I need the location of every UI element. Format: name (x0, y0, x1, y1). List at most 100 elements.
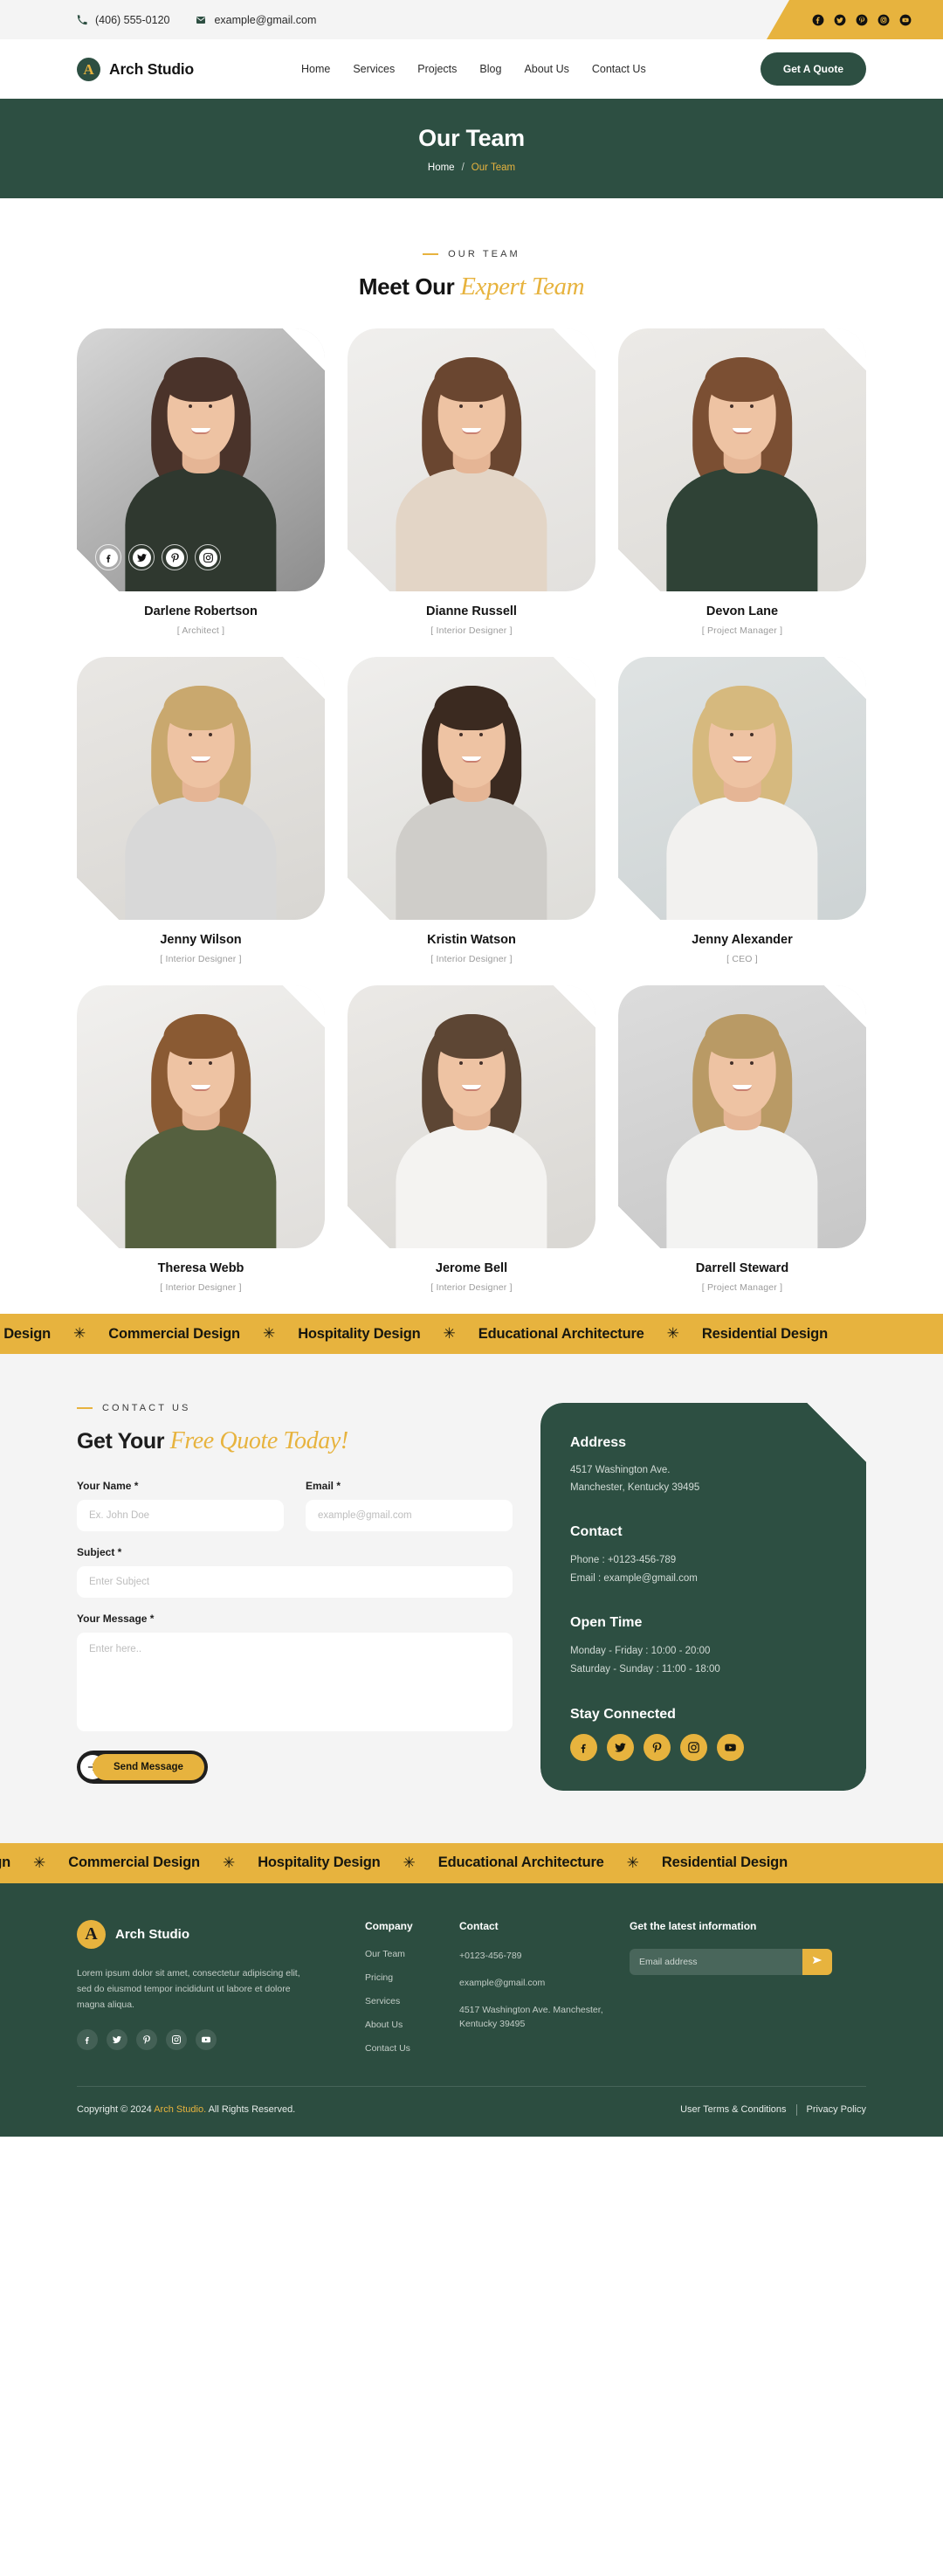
footer-link-about-us[interactable]: About Us (365, 2020, 459, 2030)
nav-item-home[interactable]: Home (301, 63, 330, 75)
footer-newsletter-column: Get the latest information (630, 1920, 866, 2067)
breadcrumb-home[interactable]: Home (428, 162, 455, 173)
team-card[interactable]: Darlene Robertson [ Architect ] (77, 328, 325, 636)
footer-link-services[interactable]: Services (365, 1996, 459, 2006)
footer-contact-email[interactable]: example@gmail.com (459, 1976, 630, 1990)
team-card[interactable]: Darrell Steward [ Project Manager ] (618, 985, 866, 1293)
stay-connected-block: Stay Connected (570, 1707, 836, 1761)
contact-heading-italic: Free Quote Today! (169, 1427, 349, 1454)
footer-link-contact-us[interactable]: Contact Us (365, 2043, 459, 2054)
team-card[interactable]: Dianne Russell [ Interior Designer ] (348, 328, 595, 636)
nav-item-contact-us[interactable]: Contact Us (592, 63, 646, 75)
nav-item-about-us[interactable]: About Us (524, 63, 568, 75)
twitter-icon[interactable] (607, 1733, 634, 1761)
asterisk-icon: ✳ (666, 1325, 679, 1342)
member-photo (348, 985, 595, 1248)
breadcrumb-current: Our Team (471, 162, 516, 173)
pinterest-icon[interactable] (644, 1733, 671, 1761)
team-card[interactable]: Jerome Bell [ Interior Designer ] (348, 985, 595, 1293)
member-role: [ Interior Designer ] (430, 1282, 513, 1293)
pinterest-icon[interactable] (856, 14, 868, 26)
topbar-phone[interactable]: (406) 555-0120 (77, 14, 169, 26)
footer-company-column: Company Our Team Pricing Services About … (365, 1920, 459, 2067)
footer-brand-name: Arch Studio (115, 1926, 189, 1942)
marquee-item: Commercial Design (68, 1854, 200, 1871)
privacy-link[interactable]: Privacy Policy (807, 2104, 866, 2115)
member-role: [ Architect ] (176, 625, 225, 636)
contact-email[interactable]: Email : example@gmail.com (570, 1570, 836, 1588)
youtube-icon[interactable] (196, 2028, 217, 2050)
asterisk-icon: ✳ (222, 1854, 236, 1871)
copyright-post: All Rights Reserved. (206, 2104, 296, 2116)
footer-link-our-team[interactable]: Our Team (365, 1949, 459, 1959)
team-heading-plain: Meet Our (358, 273, 461, 300)
asterisk-icon: ✳ (73, 1325, 86, 1342)
send-message-button[interactable]: Send Message (77, 1751, 208, 1784)
message-textarea[interactable] (77, 1633, 513, 1731)
team-card[interactable]: Jenny Alexander [ CEO ] (618, 657, 866, 964)
twitter-icon[interactable] (834, 14, 846, 26)
topbar-social-links (767, 0, 943, 39)
facebook-icon[interactable] (95, 544, 121, 570)
team-card[interactable]: Kristin Watson [ Interior Designer ] (348, 657, 595, 964)
contact-info-card: Address 4517 Washington Ave. Manchester,… (540, 1403, 866, 1791)
instagram-icon[interactable] (680, 1733, 707, 1761)
dash-icon (77, 1407, 93, 1409)
facebook-icon[interactable] (77, 2028, 98, 2050)
team-section: OUR TEAM Meet Our Expert Team Darlene Ro… (0, 198, 943, 1314)
breadcrumb-separator: / (461, 162, 465, 173)
footer-link-pricing[interactable]: Pricing (365, 1972, 459, 1983)
member-photo (618, 328, 866, 591)
newsletter-email-input[interactable] (630, 1948, 802, 1975)
member-photo (618, 985, 866, 1248)
marquee-track: Residential Design ✳ Commercial Design ✳… (0, 1325, 828, 1343)
nav-menu: Home Services Projects Blog About Us Con… (301, 63, 646, 75)
footer-bottom-bar: Copyright © 2024 Arch Studio. All Rights… (77, 2087, 866, 2137)
get-a-quote-button[interactable]: Get A Quote (760, 52, 866, 86)
contact-phone[interactable]: Phone : +0123-456-789 (570, 1551, 836, 1570)
instagram-icon[interactable] (195, 544, 221, 570)
contact-block: Contact Phone : +0123-456-789 Email : ex… (570, 1524, 836, 1589)
field-your-name: Your Name * (77, 1480, 284, 1531)
nav-item-services[interactable]: Services (353, 63, 395, 75)
footer-brand-column: A Arch Studio Lorem ipsum dolor sit amet… (77, 1919, 365, 2067)
team-card[interactable]: Jenny Wilson [ Interior Designer ] (77, 657, 325, 964)
youtube-icon[interactable] (717, 1733, 744, 1761)
footer-contact-phone[interactable]: +0123-456-789 (459, 1949, 630, 1963)
top-bar: (406) 555-0120 example@gmail.com (0, 0, 943, 39)
name-input[interactable] (77, 1500, 284, 1531)
youtube-icon[interactable] (899, 14, 912, 26)
subject-input[interactable] (77, 1566, 513, 1598)
label-message: Your Message * (77, 1613, 155, 1625)
contact-heading-plain: Get Your (77, 1429, 170, 1454)
footer-logo[interactable]: A Arch Studio (77, 1919, 365, 1949)
member-name: Jerome Bell (435, 1261, 508, 1275)
stay-connected-links (570, 1733, 836, 1761)
nav-item-projects[interactable]: Projects (417, 63, 457, 75)
pinterest-icon[interactable] (136, 2028, 157, 2050)
portrait-illustration (348, 657, 595, 920)
portrait-illustration (618, 657, 866, 920)
topbar-email[interactable]: example@gmail.com (196, 14, 316, 26)
address-block: Address 4517 Washington Ave. Manchester,… (570, 1435, 836, 1497)
portrait-illustration (77, 657, 325, 920)
brand-logo[interactable]: A Arch Studio (77, 57, 194, 81)
pinterest-icon[interactable] (162, 544, 188, 570)
logo-letter-icon: A (77, 57, 100, 81)
label-email: Email * (306, 1480, 341, 1492)
instagram-icon[interactable] (878, 14, 890, 26)
newsletter-submit-button[interactable] (802, 1948, 832, 1975)
instagram-icon[interactable] (166, 2028, 187, 2050)
footer-legal-links: User Terms & Conditions Privacy Policy (680, 2103, 866, 2116)
label-subject: Subject * (77, 1546, 122, 1558)
email-input[interactable] (306, 1500, 513, 1531)
nav-item-blog[interactable]: Blog (479, 63, 501, 75)
terms-link[interactable]: User Terms & Conditions (680, 2104, 786, 2115)
twitter-icon[interactable] (128, 544, 155, 570)
facebook-icon[interactable] (570, 1733, 597, 1761)
topbar-phone-text: (406) 555-0120 (95, 13, 170, 26)
twitter-icon[interactable] (107, 2028, 127, 2050)
facebook-icon[interactable] (812, 14, 824, 26)
team-card[interactable]: Devon Lane [ Project Manager ] (618, 328, 866, 636)
team-card[interactable]: Theresa Webb [ Interior Designer ] (77, 985, 325, 1293)
